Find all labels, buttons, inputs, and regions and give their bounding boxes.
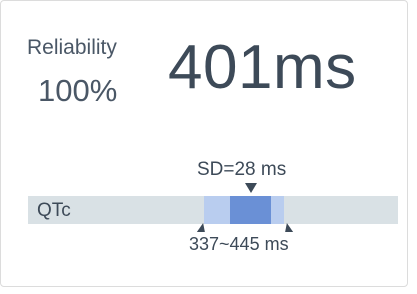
sd-bar	[230, 196, 271, 224]
mean-marker-icon	[245, 183, 257, 193]
range-start-marker-icon	[196, 223, 208, 232]
reliability-value: 100%	[38, 73, 118, 108]
range-label: 337~445 ms	[189, 234, 289, 254]
range-end-marker-icon	[282, 223, 294, 232]
qtc-card: Reliability 100% 401ms SD=28 ms QTc 337~…	[0, 0, 408, 287]
track-label: QTc	[37, 200, 71, 221]
measurement-value: 401ms	[168, 33, 357, 102]
sd-label: SD=28 ms	[197, 159, 287, 180]
reliability-label: Reliability	[27, 36, 117, 59]
